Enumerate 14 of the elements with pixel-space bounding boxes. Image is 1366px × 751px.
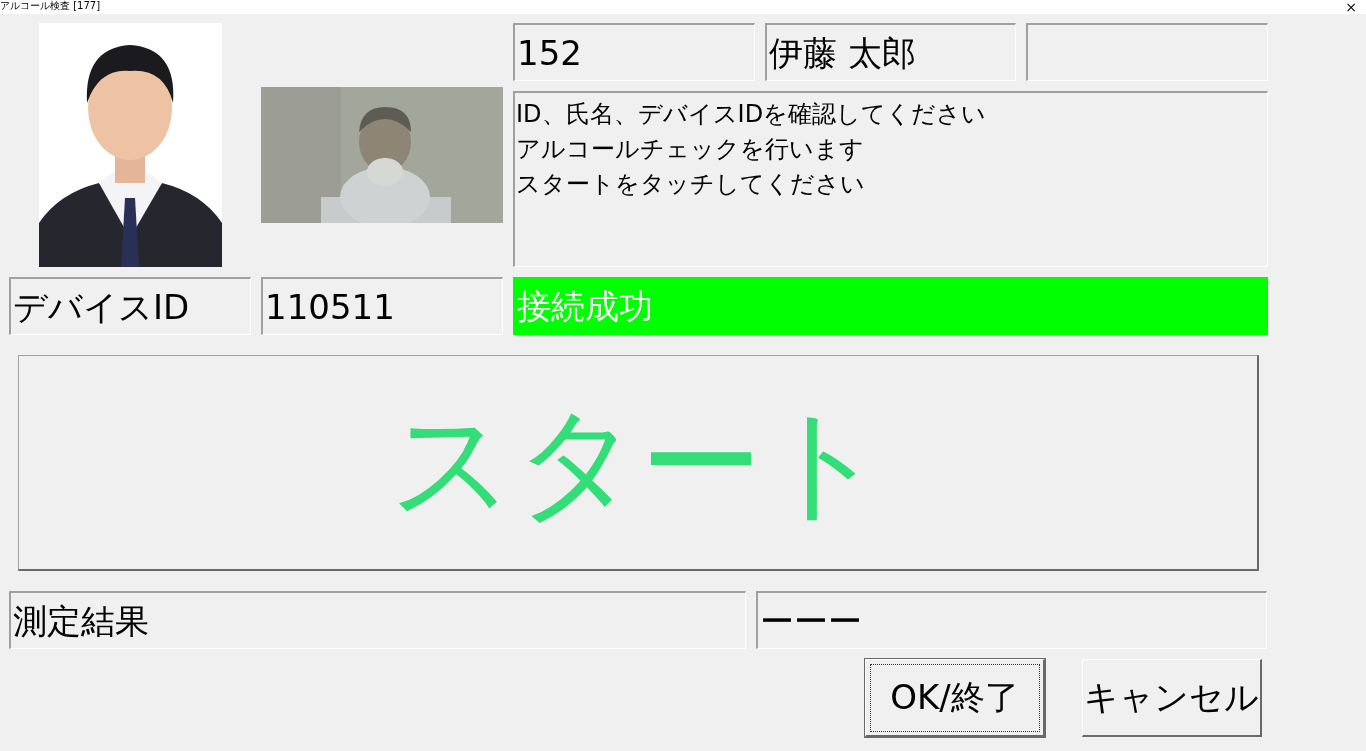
message-line: アルコールチェックを行います	[516, 134, 864, 165]
message-line: スタートをタッチしてください	[516, 169, 865, 200]
message-line: ID、氏名、デバイスIDを確認してください	[516, 99, 987, 130]
id-field: 152	[513, 23, 755, 81]
result-value: ーーー	[756, 591, 1267, 649]
close-button[interactable]: ×	[1336, 0, 1366, 14]
name-field: 伊藤 太郎	[765, 23, 1016, 81]
cancel-button[interactable]: キャンセル	[1082, 659, 1262, 737]
status-text: 接続成功	[517, 289, 653, 323]
device-id-field: 110511	[261, 277, 503, 335]
ok-button[interactable]: OK/終了	[865, 659, 1045, 737]
window-title: アルコール検査 [177]	[0, 0, 101, 12]
result-label: 測定結果	[9, 591, 746, 649]
device-label: デバイスID	[9, 277, 251, 335]
